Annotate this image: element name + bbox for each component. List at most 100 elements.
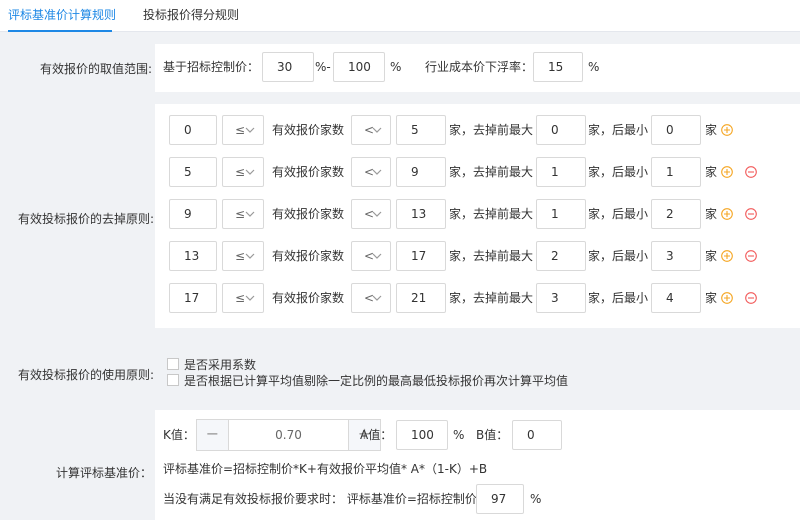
rule-operator-value: ≤ bbox=[235, 207, 246, 221]
rule-from-input[interactable]: 5 bbox=[169, 157, 217, 187]
rule-max-input[interactable]: 1 bbox=[536, 199, 586, 229]
rule-row: 0 ≤ 有效报价家数 <5 家，去掉前最大 0 家，后最小 0 家 bbox=[155, 115, 800, 147]
calc-card: K值： − 0.70 + A值： 100 % B值： 0 评标基准价=招标控制价… bbox=[155, 410, 800, 520]
range-label: 有效报价的取值范围: bbox=[40, 62, 153, 76]
rule-max-input[interactable]: 0 bbox=[536, 115, 586, 145]
rule-row: 9 ≤ 有效报价家数 <13 家，去掉前最大 1 家，后最小 2 家 bbox=[155, 199, 800, 231]
add-icon[interactable] bbox=[721, 166, 733, 178]
chevron-down-icon bbox=[372, 209, 382, 219]
rule-from-input[interactable]: 9 bbox=[169, 199, 217, 229]
rule-operator-select[interactable]: ≤ bbox=[222, 115, 264, 145]
a-pct: % bbox=[453, 428, 465, 442]
rule-compare-select[interactable]: < bbox=[351, 283, 391, 313]
float-rate-label: 行业成本价下浮率： bbox=[425, 60, 534, 74]
chevron-down-icon bbox=[245, 125, 255, 135]
chevron-down-icon bbox=[372, 167, 382, 177]
tab-benchmark-rules[interactable]: 评标基准价计算规则 bbox=[8, 0, 116, 32]
rule-min-input[interactable]: 2 bbox=[651, 199, 701, 229]
rule-min-input[interactable]: 1 bbox=[651, 157, 701, 187]
rule-max-input[interactable]: 2 bbox=[536, 241, 586, 271]
tab-bar: 评标基准价计算规则 投标报价得分规则 bbox=[0, 0, 800, 32]
rule-remove-max-label: 家，去掉前最大 bbox=[449, 249, 534, 263]
fallback-pct: % bbox=[530, 492, 542, 506]
calc-label: 计算评标基准价： bbox=[56, 466, 153, 480]
removal-label: 有效投标报价的去掉原则: bbox=[18, 212, 155, 226]
rule-remove-min-label: 家，后最小 bbox=[588, 249, 649, 263]
k-label: K值： bbox=[163, 428, 195, 442]
add-icon[interactable] bbox=[721, 208, 733, 220]
range-dash: %- bbox=[315, 60, 331, 74]
range-min-input[interactable]: 30 bbox=[262, 52, 314, 82]
rule-operator-select[interactable]: ≤ bbox=[222, 157, 264, 187]
remove-icon[interactable] bbox=[745, 292, 757, 304]
rule-min-input[interactable]: 4 bbox=[651, 283, 701, 313]
rule-operator-value: ≤ bbox=[235, 249, 246, 263]
remove-icon[interactable] bbox=[745, 208, 757, 220]
rule-remove-max-label: 家，去掉前最大 bbox=[449, 123, 534, 137]
b-label: B值： bbox=[476, 428, 509, 442]
chevron-down-icon bbox=[245, 209, 255, 219]
rule-compare-select[interactable]: < bbox=[351, 241, 391, 271]
rule-remove-min-label: 家，后最小 bbox=[588, 207, 649, 221]
rule-compare-select[interactable]: < bbox=[351, 157, 391, 187]
rule-remove-max-label: 家，去掉前最大 bbox=[449, 291, 534, 305]
chevron-down-icon bbox=[372, 125, 382, 135]
k-decrease-button[interactable]: − bbox=[197, 420, 229, 450]
rule-to-input[interactable]: 13 bbox=[396, 199, 446, 229]
rule-unit-label: 家 bbox=[705, 291, 718, 305]
rule-operator-select[interactable]: ≤ bbox=[222, 241, 264, 271]
tab-score-rules[interactable]: 投标报价得分规则 bbox=[143, 0, 239, 32]
a-input[interactable]: 100 bbox=[396, 420, 448, 450]
rule-unit-label: 家 bbox=[705, 123, 718, 137]
recalc-average-checkbox[interactable] bbox=[167, 374, 179, 386]
rule-min-input[interactable]: 3 bbox=[651, 241, 701, 271]
rule-from-input[interactable]: 13 bbox=[169, 241, 217, 271]
rule-unit-label: 家 bbox=[705, 249, 718, 263]
rule-operator-value: ≤ bbox=[235, 123, 246, 137]
rule-row: 17 ≤ 有效报价家数 <21 家，去掉前最大 3 家，后最小 4 家 bbox=[155, 283, 800, 315]
add-icon[interactable] bbox=[721, 292, 733, 304]
rule-to-input[interactable]: 5 bbox=[396, 115, 446, 145]
rule-max-input[interactable]: 1 bbox=[536, 157, 586, 187]
float-rate-input[interactable]: 15 bbox=[533, 52, 583, 82]
removal-card: 0 ≤ 有效报价家数 <5 家，去掉前最大 0 家，后最小 0 家 5 ≤ 有效报价家数 <9 家，去掉前… bbox=[155, 104, 800, 328]
rule-unit-label: 家 bbox=[705, 165, 718, 179]
range-max-input[interactable]: 100 bbox=[333, 52, 385, 82]
chevron-down-icon bbox=[245, 251, 255, 261]
rule-unit-label: 家 bbox=[705, 207, 718, 221]
rule-to-input[interactable]: 17 bbox=[396, 241, 446, 271]
rule-compare-select[interactable]: < bbox=[351, 115, 391, 145]
fallback-label: 当没有满足有效投标报价要求时： 评标基准价=招标控制价* bbox=[163, 492, 483, 506]
k-stepper[interactable]: − 0.70 + bbox=[196, 419, 381, 451]
rule-count-label: 有效报价家数 bbox=[272, 207, 345, 221]
rule-count-label: 有效报价家数 bbox=[272, 291, 345, 305]
fallback-input[interactable]: 97 bbox=[476, 484, 524, 514]
rule-from-input[interactable]: 0 bbox=[169, 115, 217, 145]
chevron-down-icon bbox=[372, 251, 382, 261]
rule-count-label: 有效报价家数 bbox=[272, 165, 345, 179]
remove-icon[interactable] bbox=[745, 250, 757, 262]
rule-from-input[interactable]: 17 bbox=[169, 283, 217, 313]
chevron-down-icon bbox=[245, 167, 255, 177]
add-icon[interactable] bbox=[721, 124, 733, 136]
rule-max-input[interactable]: 3 bbox=[536, 283, 586, 313]
b-input[interactable]: 0 bbox=[512, 420, 562, 450]
rule-remove-max-label: 家，去掉前最大 bbox=[449, 207, 534, 221]
add-icon[interactable] bbox=[721, 250, 733, 262]
float-rate-pct: % bbox=[588, 60, 600, 74]
range-pct: % bbox=[390, 60, 402, 74]
rule-compare-select[interactable]: < bbox=[351, 199, 391, 229]
rule-min-input[interactable]: 0 bbox=[651, 115, 701, 145]
use-coefficient-checkbox[interactable] bbox=[167, 358, 179, 370]
rule-to-input[interactable]: 21 bbox=[396, 283, 446, 313]
rule-to-input[interactable]: 9 bbox=[396, 157, 446, 187]
rule-count-label: 有效报价家数 bbox=[272, 249, 345, 263]
chevron-down-icon bbox=[372, 293, 382, 303]
chevron-down-icon bbox=[245, 293, 255, 303]
range-base-label: 基于招标控制价： bbox=[163, 60, 260, 74]
rule-operator-select[interactable]: ≤ bbox=[222, 283, 264, 313]
remove-icon[interactable] bbox=[745, 166, 757, 178]
rule-operator-select[interactable]: ≤ bbox=[222, 199, 264, 229]
k-value[interactable]: 0.70 bbox=[229, 420, 348, 450]
rule-remove-min-label: 家，后最小 bbox=[588, 291, 649, 305]
